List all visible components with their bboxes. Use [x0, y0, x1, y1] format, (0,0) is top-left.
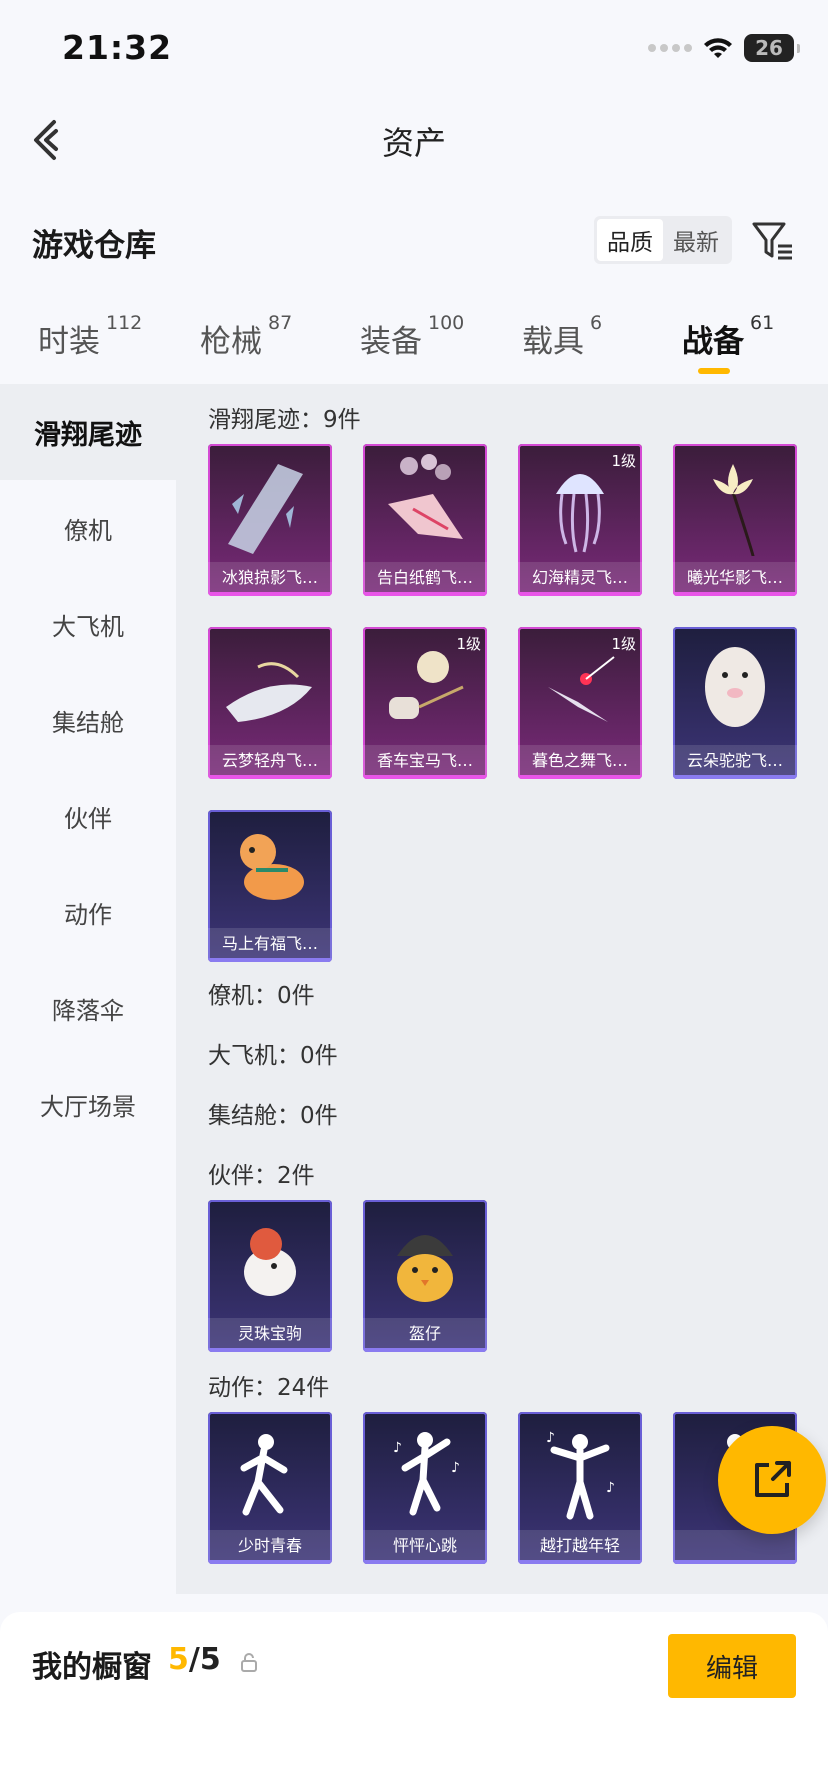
dance-pose-icon — [240, 1434, 288, 1516]
item-card[interactable]: 云朵驼驼飞… — [673, 627, 797, 779]
item-name: 盔仔 — [408, 1324, 441, 1343]
sidebar-item-emote[interactable]: 动作 — [0, 864, 176, 960]
tab-equipment[interactable]: 装备100 — [360, 312, 464, 361]
sidebar-item-parachute[interactable]: 降落伞 — [0, 960, 176, 1056]
sidebar-item-glide-trail[interactable]: 滑翔尾迹 — [0, 384, 176, 480]
item-card[interactable]: ♪ ♪ 怦怦心跳 — [363, 1412, 487, 1564]
item-name: 越打越年轻 — [539, 1536, 620, 1555]
item-name: 怦怦心跳 — [392, 1536, 457, 1555]
sort-quality-option[interactable]: 品质 — [597, 219, 663, 261]
pony-partner-icon — [244, 1228, 296, 1296]
edit-button[interactable]: 编辑 — [668, 1634, 796, 1698]
flower-trail-icon — [713, 464, 755, 557]
group-title-glide: 滑翔尾迹：9件 — [208, 407, 361, 433]
group-title-emote: 动作：24件 — [208, 1375, 330, 1401]
helmet-chick-partner-icon — [397, 1235, 453, 1302]
warehouse-header: 游戏仓库 品质 最新 — [0, 200, 828, 280]
share-button[interactable] — [718, 1426, 826, 1534]
sidebar-item-lobby-scene[interactable]: 大厅场景 — [0, 1056, 176, 1152]
item-card[interactable]: 盔仔 — [363, 1200, 487, 1352]
tab-vehicles[interactable]: 载具6 — [522, 312, 602, 361]
item-card[interactable]: 告白纸鹤飞… — [363, 444, 487, 596]
page-title: 资产 — [381, 124, 446, 162]
svg-text:♪: ♪ — [451, 1460, 460, 1476]
item-card[interactable]: 冰狼掠影飞… — [208, 444, 332, 596]
cloud-boat-trail-icon — [226, 662, 312, 722]
status-icons: 26 — [648, 34, 800, 62]
content-area: 滑翔尾迹 僚机 大飞机 集结舱 伙伴 动作 降落伞 大厅场景 滑翔尾迹：9件 冰… — [0, 384, 828, 1594]
item-name: 云朵驼驼飞… — [686, 751, 783, 770]
item-card[interactable]: ♪ ♪ 越打越年轻 — [518, 1412, 642, 1564]
showcase-bar: 我的橱窗 5/5 编辑 — [0, 1612, 828, 1792]
item-card[interactable]: 1级 香车宝马飞… — [363, 627, 487, 779]
item-card[interactable]: 云梦轻舟飞… — [208, 627, 332, 779]
sidebar-item-big-plane[interactable]: 大飞机 — [0, 576, 176, 672]
sidebar-item-partner[interactable]: 伙伴 — [0, 768, 176, 864]
item-name: 灵珠宝驹 — [237, 1324, 302, 1343]
sort-newest-option[interactable]: 最新 — [663, 219, 729, 261]
category-sidebar: 滑翔尾迹 僚机 大飞机 集结舱 伙伴 动作 降落伞 大厅场景 — [0, 384, 176, 1594]
showcase-label: 我的橱窗 — [32, 1650, 152, 1685]
lucky-horse-trail-icon — [240, 834, 304, 900]
svg-text:♪: ♪ — [606, 1480, 615, 1496]
status-time: 21:32 — [62, 28, 173, 67]
group-title-assembly-pod: 集结舱：0件 — [208, 1103, 338, 1129]
item-name: 云梦轻舟飞… — [221, 751, 318, 770]
svg-text:♪: ♪ — [546, 1430, 555, 1446]
cellular-signal-icon — [648, 44, 692, 52]
active-tab-indicator — [698, 368, 730, 374]
item-name: 暮色之舞飞… — [531, 751, 628, 770]
wifi-icon — [704, 38, 732, 58]
svg-text:♪: ♪ — [393, 1440, 402, 1456]
ice-wolf-trail-icon — [228, 464, 303, 554]
tab-weapons[interactable]: 枪械87 — [200, 312, 292, 361]
sort-toggle: 品质 最新 — [594, 216, 732, 264]
filter-button[interactable] — [750, 218, 796, 264]
item-name: 曦光华影飞… — [686, 568, 783, 587]
tab-fashion[interactable]: 时装112 — [38, 312, 142, 361]
group-title-wingman: 僚机：0件 — [208, 983, 315, 1009]
tab-combat-gear[interactable]: 战备61 — [682, 312, 774, 361]
item-card[interactable]: 1级 暮色之舞飞… — [518, 627, 642, 779]
battery-indicator: 26 — [744, 34, 800, 62]
category-tabs: 时装112 枪械87 装备100 载具6 战备61 — [0, 300, 828, 382]
alpaca-trail-icon — [705, 647, 765, 727]
heartbeat-pose-icon: ♪ ♪ — [393, 1432, 460, 1516]
item-name: 冰狼掠影飞… — [221, 568, 318, 587]
warehouse-title: 游戏仓库 — [32, 228, 156, 264]
sidebar-item-wingman[interactable]: 僚机 — [0, 480, 176, 576]
item-name: 香车宝马飞… — [376, 751, 473, 770]
showcase-count: 5/5 — [168, 1642, 221, 1677]
group-title-big-plane: 大飞机：0件 — [208, 1043, 338, 1069]
item-card[interactable]: 马上有福飞… — [208, 810, 332, 962]
lock-icon — [241, 1653, 257, 1672]
item-card[interactable]: 曦光华影飞… — [673, 444, 797, 596]
item-list: 滑翔尾迹：9件 冰狼掠影飞… 告白纸鹤飞… 1级 幻海精灵飞… 曦光华影飞… 云… — [176, 384, 828, 1594]
nav-bar: 资产 — [0, 100, 828, 180]
share-external-icon — [755, 1461, 791, 1497]
item-name: 幻海精灵飞… — [531, 568, 628, 587]
item-name: 马上有福飞… — [221, 934, 318, 953]
item-card[interactable]: 灵珠宝驹 — [208, 1200, 332, 1352]
filter-icon — [752, 222, 792, 260]
item-card[interactable]: 少时青春 — [208, 1412, 332, 1564]
status-bar: 21:32 26 — [0, 0, 828, 100]
item-card[interactable]: 1级 幻海精灵飞… — [518, 444, 642, 596]
group-title-partner: 伙伴：2件 — [208, 1163, 315, 1189]
item-name: 少时青春 — [237, 1536, 302, 1555]
item-name: 告白纸鹤飞… — [376, 568, 473, 587]
paper-crane-trail-icon — [388, 454, 463, 539]
sidebar-item-assembly-pod[interactable]: 集结舱 — [0, 672, 176, 768]
youthful-pose-icon: ♪ ♪ — [546, 1430, 615, 1520]
